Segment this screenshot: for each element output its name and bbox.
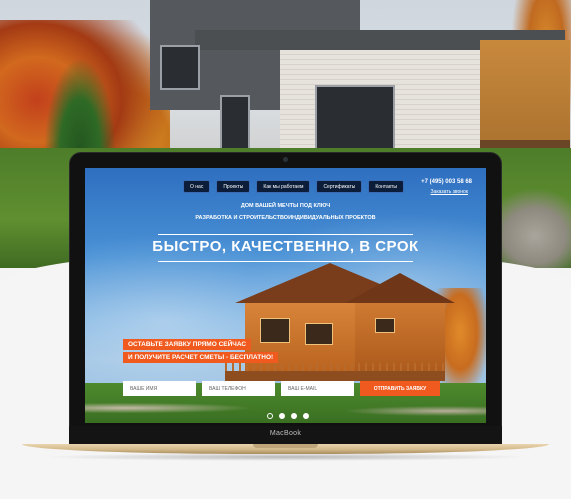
slider-dot[interactable] [303, 413, 309, 419]
lead-form: отправить заявку [123, 381, 440, 396]
laptop-shadow [40, 453, 530, 461]
offer-line-2: и получите расчет сметы - бесплатно! [123, 352, 279, 363]
laptop-notch [253, 444, 318, 448]
slider-dot[interactable] [291, 413, 297, 419]
house-window [315, 85, 395, 155]
house-door [220, 95, 250, 155]
slider-dot[interactable] [267, 413, 273, 419]
hero-house-window [305, 323, 333, 345]
offer-line-1: Оставьте заявку прямо сейчас [123, 339, 252, 350]
tagline-secondary: Разработка и строительствоиндивидуальных… [195, 215, 376, 221]
laptop-chin: MacBook [69, 426, 502, 444]
hero-house-window [375, 318, 395, 333]
nav-item-projects[interactable]: Проекты [216, 180, 251, 193]
hero-house-window [260, 318, 290, 343]
nav-item-contacts[interactable]: Контакты [368, 180, 404, 193]
top-nav: О нас Проекты Как мы работаем Сертификат… [183, 180, 404, 193]
camera-icon [283, 157, 288, 162]
nav-item-certificates[interactable]: Сертификаты [316, 180, 363, 193]
hero-wooden-house [225, 263, 455, 393]
nav-item-about[interactable]: О нас [183, 180, 211, 193]
submit-request-button[interactable]: отправить заявку [360, 381, 440, 396]
website-screen: О нас Проекты Как мы работаем Сертификат… [85, 168, 486, 423]
modern-house [140, 0, 570, 160]
phone-input[interactable] [202, 381, 275, 396]
callback-link[interactable]: Заказать звонок [431, 189, 468, 195]
name-input[interactable] [123, 381, 196, 396]
laptop-brand-label: MacBook [269, 430, 302, 437]
divider-top [158, 234, 413, 235]
nav-item-how-we-work[interactable]: Как мы работаем [256, 180, 311, 193]
house-window [160, 45, 200, 90]
email-input[interactable] [281, 381, 354, 396]
slider-dots [267, 413, 309, 419]
slider-dot[interactable] [279, 413, 285, 419]
hero-headline: Быстро, качественно, в срок [152, 238, 419, 255]
tagline-primary: Дом вашей мечты под ключ [240, 203, 331, 209]
phone-number[interactable]: +7 (495) 003 58 68 [421, 179, 472, 185]
mockup-stage: О нас Проекты Как мы работаем Сертификат… [0, 0, 571, 499]
divider-bottom [158, 261, 413, 262]
